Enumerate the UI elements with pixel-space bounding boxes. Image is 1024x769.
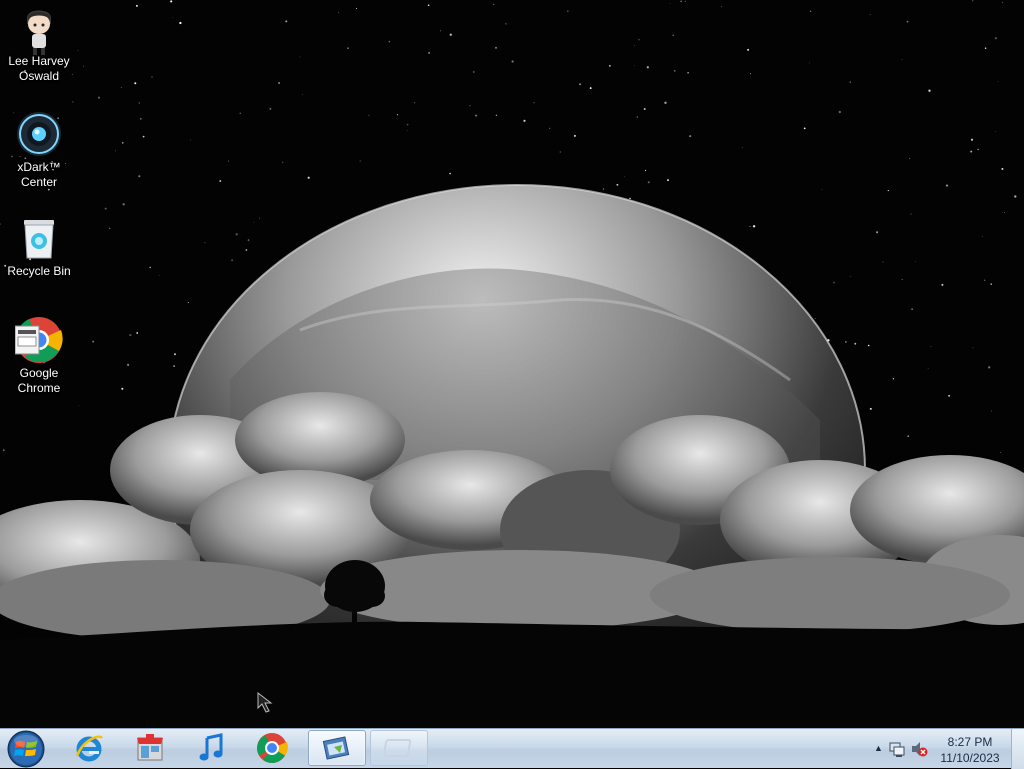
anime-character-icon	[15, 4, 63, 55]
system-tray: ▲ 8:27 PM 11/10/2023	[864, 729, 1024, 769]
xdark-center-icon	[15, 110, 63, 158]
desktop-icon-label: xDark™ Center	[17, 160, 61, 189]
show-desktop-button[interactable]	[1011, 729, 1024, 769]
show-hidden-icons-arrow[interactable]: ▲	[874, 743, 883, 753]
taskbar-internet-explorer-button[interactable]	[60, 730, 118, 766]
desktop-icon-label: Lee Harvey Oswald	[8, 54, 70, 83]
recycle-bin-icon	[15, 214, 63, 262]
taskbar-store-button[interactable]	[121, 730, 179, 766]
blank-window-icon	[384, 739, 412, 757]
desktop-icon-lee-harvey-oswald[interactable]: Lee Harvey Oswald	[4, 4, 74, 84]
taskbar-window-button[interactable]	[370, 730, 428, 766]
music-note-icon	[199, 733, 223, 761]
clock[interactable]: 8:27 PM 11/10/2023	[930, 734, 1010, 766]
google-chrome-icon	[257, 733, 288, 764]
desktop-icon-recycle-bin[interactable]: Recycle Bin	[4, 214, 74, 279]
chrome-shortcut-icon	[14, 316, 63, 364]
taskbar-music-button[interactable]	[182, 730, 240, 766]
store-icon	[137, 734, 163, 761]
clock-date: 11/10/2023	[940, 751, 1000, 765]
start-button[interactable]	[4, 730, 48, 768]
taskbar-control-panel-button[interactable]	[308, 730, 366, 766]
volume-muted-icon[interactable]	[910, 740, 928, 758]
hill-silhouette	[0, 621, 1024, 728]
desktop-icon-google-chrome[interactable]: Google Chrome	[4, 316, 74, 396]
taskbar-chrome-button[interactable]	[243, 730, 301, 766]
desktop-wallpaper	[0, 0, 1024, 728]
desktop-icon-label: Google Chrome	[17, 366, 61, 395]
desktop-icon-label: Recycle Bin	[7, 264, 71, 278]
internet-explorer-icon	[75, 735, 103, 762]
network-icon[interactable]	[888, 740, 906, 758]
clock-time: 8:27 PM	[947, 735, 993, 749]
control-panel-window-icon	[322, 736, 350, 760]
mouse-cursor-icon	[257, 692, 273, 713]
windows-start-orb-icon	[7, 730, 45, 768]
desktop-icon-xdark-center[interactable]: xDark™ Center	[4, 110, 74, 190]
planet-clouds-wallpaper-art	[0, 0, 1024, 728]
taskbar: ▲ 8:27 PM 11/10/2023	[0, 728, 1024, 769]
